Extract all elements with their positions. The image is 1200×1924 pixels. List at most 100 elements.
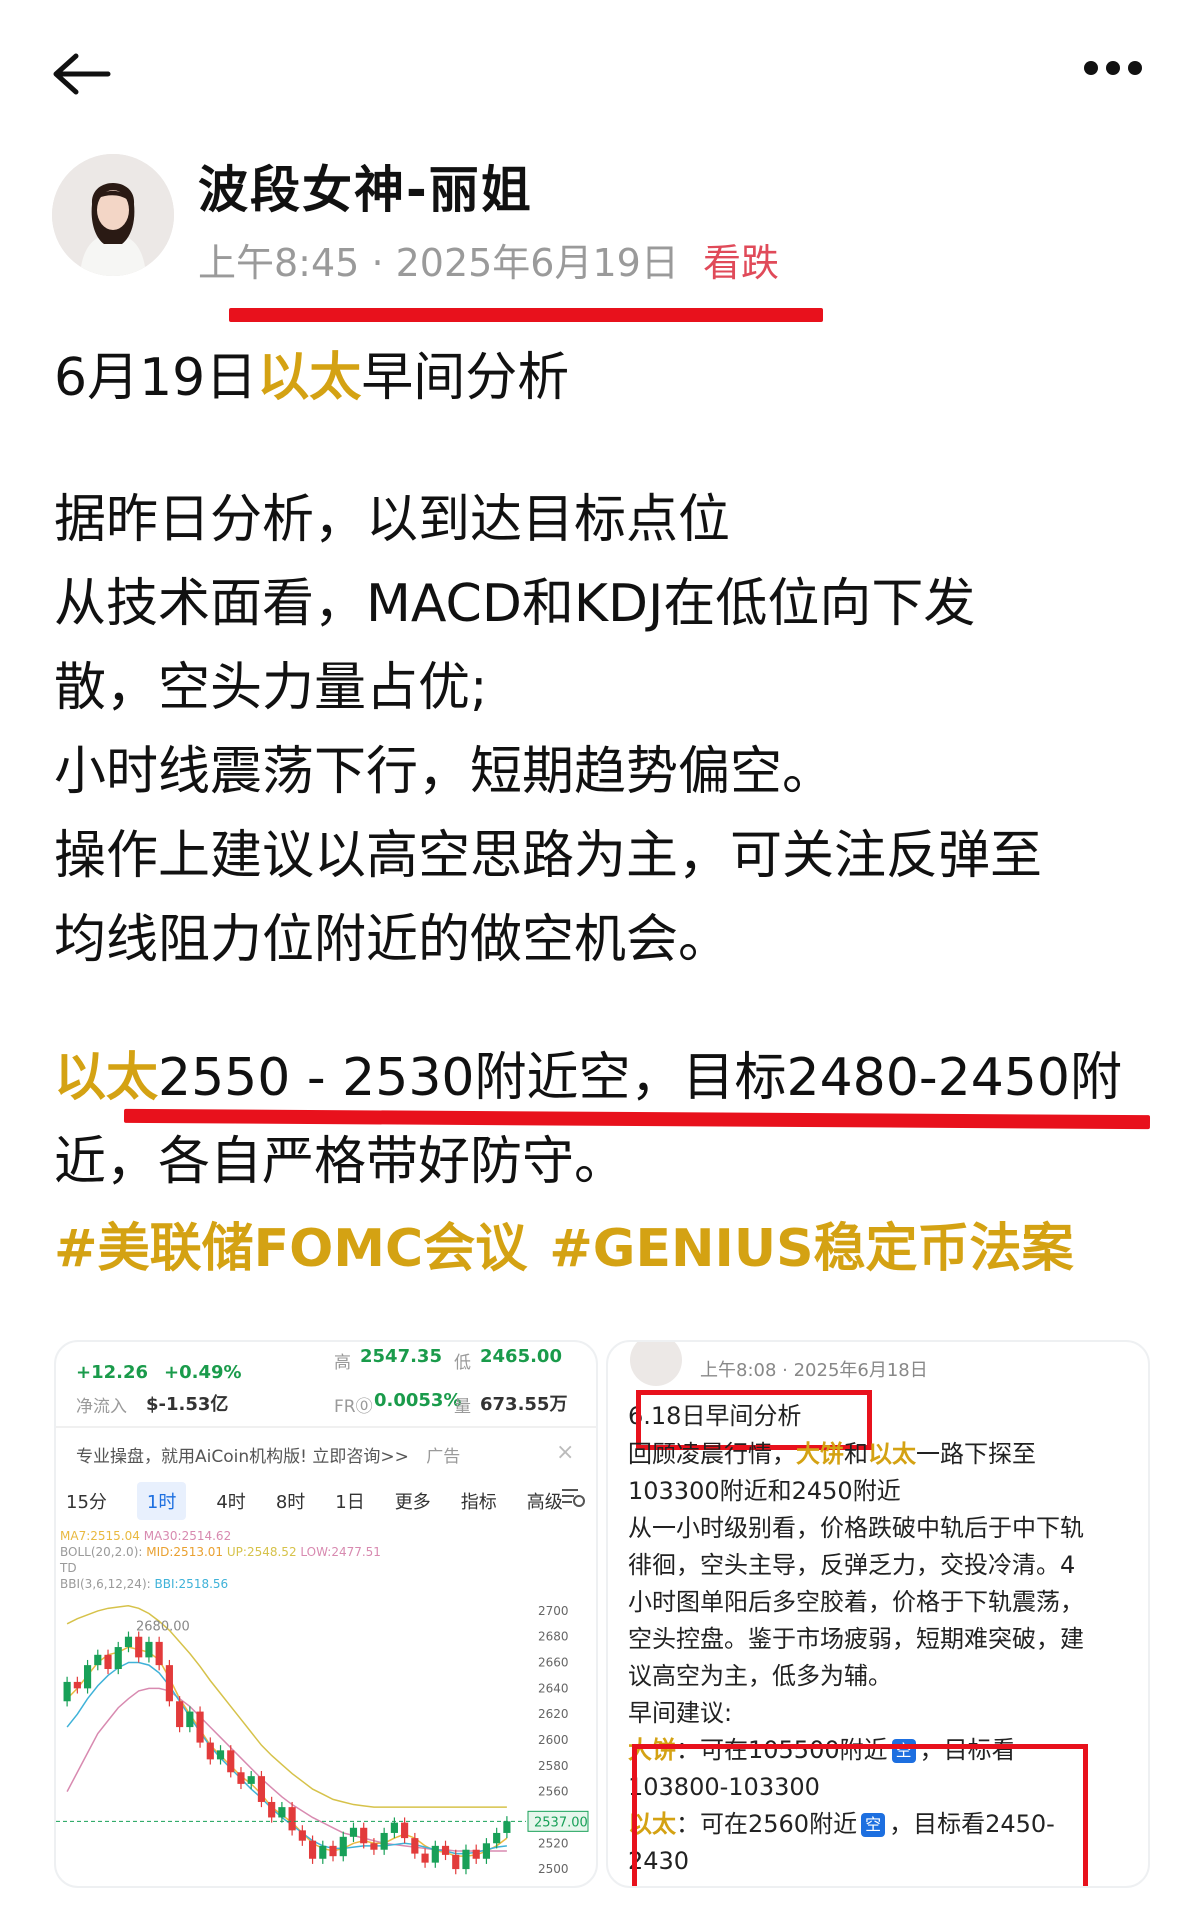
candle-body: [206, 1742, 214, 1760]
tab-advanced[interactable]: 高级: [527, 1488, 563, 1514]
candle-body: [472, 1849, 480, 1859]
y-tick-label: 2700: [538, 1604, 569, 1618]
candle-body: [73, 1681, 81, 1689]
signal-highlight: 以太: [54, 1048, 159, 1108]
hashtags: #美联储FOMC会议 #GENIUS稳定币法案: [54, 1206, 1096, 1281]
candle-body: [165, 1665, 173, 1702]
tab-more[interactable]: 更多: [395, 1488, 431, 1514]
y-tick-label: 2500: [538, 1862, 569, 1876]
divider: [56, 1426, 596, 1428]
quoted-text: 回顾凌晨行情，: [628, 1440, 796, 1468]
indicator-line-bbi: [66, 1661, 507, 1855]
quoted-avatar: [630, 1342, 682, 1386]
inflow-label: 净流入: [76, 1397, 127, 1417]
candle-body: [431, 1845, 439, 1863]
candle-body: [145, 1641, 153, 1658]
tab-8h[interactable]: 8时: [276, 1488, 305, 1514]
candle-body: [411, 1838, 419, 1854]
sentiment-tag[interactable]: 看跌: [703, 241, 779, 285]
candle-body: [104, 1654, 112, 1669]
candle-body: [441, 1845, 450, 1855]
candle-body: [493, 1832, 501, 1844]
indicator-td: TD: [60, 1561, 77, 1575]
title-prefix: 6月19日: [54, 348, 258, 408]
candle-body: [390, 1822, 398, 1833]
ad-banner[interactable]: 专业操盘，就用AiCoin机构版! 立即咨询>> 广告: [76, 1442, 460, 1467]
candle-body: [360, 1827, 368, 1844]
candle-body: [462, 1849, 470, 1870]
fr-value: 0.0053%: [374, 1390, 462, 1411]
post-paragraph: 据昨日分析，以到达目标点位 从技术面看，MACD和KDJ在低位向下发 散，空头力…: [54, 478, 1042, 982]
tab-1d[interactable]: 1日: [335, 1488, 364, 1514]
paragraph-line: 散，空头力量占优;: [54, 658, 488, 718]
title-suffix: 早间分析: [361, 348, 570, 408]
boll-label: BOLL(20,2.0):: [60, 1545, 143, 1559]
indicator-bbi: BBI(3,6,12,24): BBI:2518.56: [60, 1576, 228, 1592]
low-label: 低: [454, 1353, 471, 1373]
low-value: 2465.00: [480, 1346, 562, 1367]
candle-body: [482, 1843, 491, 1859]
candle-body: [288, 1807, 296, 1831]
tab-15m[interactable]: 15分: [66, 1488, 107, 1514]
signal-line-2: 近，各自严格带好防守。: [54, 1132, 627, 1192]
candle-body: [308, 1840, 317, 1859]
candle-body: [268, 1801, 276, 1818]
paragraph-line: 小时线震荡下行，短期趋势偏空。: [54, 742, 835, 802]
quoted-btc: 大饼: [796, 1440, 844, 1468]
hashtag-genius[interactable]: #GENIUS稳定币法案: [549, 1219, 1073, 1279]
candle-body: [421, 1853, 429, 1863]
quoted-eth: 以太: [868, 1440, 916, 1468]
hashtag-fomc[interactable]: #美联储FOMC会议: [54, 1219, 527, 1279]
paragraph-line: 均线阻力位附近的做空机会。: [54, 910, 731, 970]
y-tick-label: 2660: [538, 1656, 569, 1670]
candlestick-chart[interactable]: 2700268026602640262026002580256025402520…: [56, 1592, 596, 1886]
indicator-boll: BOLL(20,2.0): MID:2513.01 UP:2548.52 LOW…: [60, 1544, 381, 1560]
boll-mid: MID:2513.01: [146, 1545, 224, 1559]
chart-image-card[interactable]: +12.26 +0.49% 高 2547.35 低 2465.00 净流入 $-…: [54, 1340, 598, 1888]
high-label: 高: [334, 1353, 351, 1373]
chart-settings-icon[interactable]: [560, 1486, 586, 1512]
tab-1h[interactable]: 1时: [136, 1482, 187, 1520]
fr-label: FR⓪: [334, 1397, 373, 1417]
quoted-line: 小时图单阳后多空胶着，价格于下轨震荡，: [628, 1588, 1084, 1616]
tab-indicators[interactable]: 指标: [461, 1488, 497, 1514]
y-tick-label: 2620: [538, 1707, 569, 1721]
quoted-post-card[interactable]: 上午8:08 · 2025年6月18日 6.18日早间分析 回顾凌晨行情，大饼和…: [606, 1340, 1150, 1888]
candle-body: [339, 1836, 347, 1857]
author-name[interactable]: 波段女神-丽姐: [198, 150, 533, 222]
quoted-text: 和: [844, 1440, 868, 1468]
candle-body: [257, 1776, 266, 1802]
candle-body: [380, 1832, 388, 1850]
candle-body: [319, 1845, 327, 1859]
candle-body: [216, 1750, 225, 1760]
more-dots-icon[interactable]: [1084, 60, 1156, 88]
quoted-line: 早间建议:: [628, 1699, 733, 1727]
candle-body: [452, 1854, 460, 1870]
quoted-line: 议高空为主，低多为辅。: [628, 1662, 892, 1690]
candle-body: [155, 1641, 163, 1666]
vol-label: 量: [454, 1397, 471, 1417]
y-tick-label: 2680: [538, 1630, 569, 1644]
peak-price-label: 2680.00: [136, 1620, 190, 1635]
vol-value: 673.55万: [480, 1394, 568, 1415]
title-highlight: 以太: [257, 348, 362, 408]
paragraph-line: 操作上建议以高空思路为主，可关注反弹至: [54, 826, 1043, 886]
ma7-label: MA7:2515.04: [60, 1529, 140, 1543]
red-underline-annotation: [229, 308, 823, 322]
close-icon[interactable]: ×: [556, 1440, 574, 1465]
ma30-label: MA30:2514.62: [143, 1529, 232, 1543]
tab-4h[interactable]: 4时: [216, 1488, 245, 1514]
back-arrow-icon[interactable]: [50, 50, 114, 98]
candle-body: [83, 1665, 92, 1689]
boll-low: LOW:2477.51: [300, 1545, 381, 1559]
ad-text: 专业操盘，就用AiCoin机构版! 立即咨询>>: [76, 1447, 409, 1467]
candle-body: [227, 1750, 235, 1773]
candle-body: [124, 1636, 133, 1648]
quoted-line: 从一小时级别看，价格跌破中轨后于中下轨: [628, 1514, 1084, 1542]
avatar[interactable]: [52, 154, 174, 276]
candle-body: [135, 1636, 143, 1658]
post-title: 6月19日以太早间分析: [54, 336, 569, 420]
candle-body: [63, 1681, 71, 1702]
post-time: 上午8:45: [198, 241, 360, 285]
post-date: · 2025年6月19日: [371, 241, 679, 285]
